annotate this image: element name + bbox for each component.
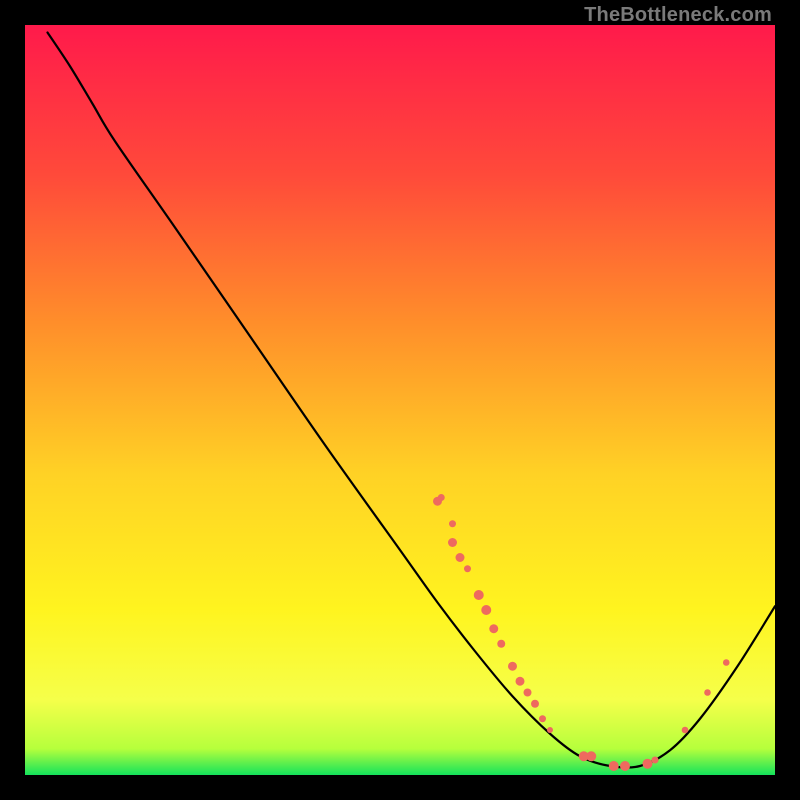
data-dot xyxy=(524,689,532,697)
chart-frame: TheBottleneck.com xyxy=(0,0,800,800)
data-dot xyxy=(464,565,471,572)
data-dot xyxy=(508,662,517,671)
data-dot xyxy=(586,751,596,761)
data-dot xyxy=(438,494,445,501)
data-dot xyxy=(704,689,711,696)
data-dot xyxy=(609,761,619,771)
data-dot xyxy=(643,759,653,769)
data-dot xyxy=(516,677,525,686)
plot-background xyxy=(25,25,775,775)
data-dot xyxy=(489,624,498,633)
data-dot xyxy=(539,715,546,722)
data-dot xyxy=(456,553,465,562)
data-dot xyxy=(481,605,491,615)
data-dot xyxy=(652,757,659,764)
data-dot xyxy=(474,590,484,600)
chart-plot xyxy=(25,25,775,775)
data-dot xyxy=(620,761,630,771)
data-dot xyxy=(547,727,553,733)
data-dot xyxy=(682,727,689,734)
watermark-text: TheBottleneck.com xyxy=(584,4,772,27)
data-dot xyxy=(497,640,505,648)
data-dot xyxy=(531,700,539,708)
data-dot xyxy=(449,520,456,527)
data-dot xyxy=(723,659,730,666)
data-dot xyxy=(448,538,457,547)
